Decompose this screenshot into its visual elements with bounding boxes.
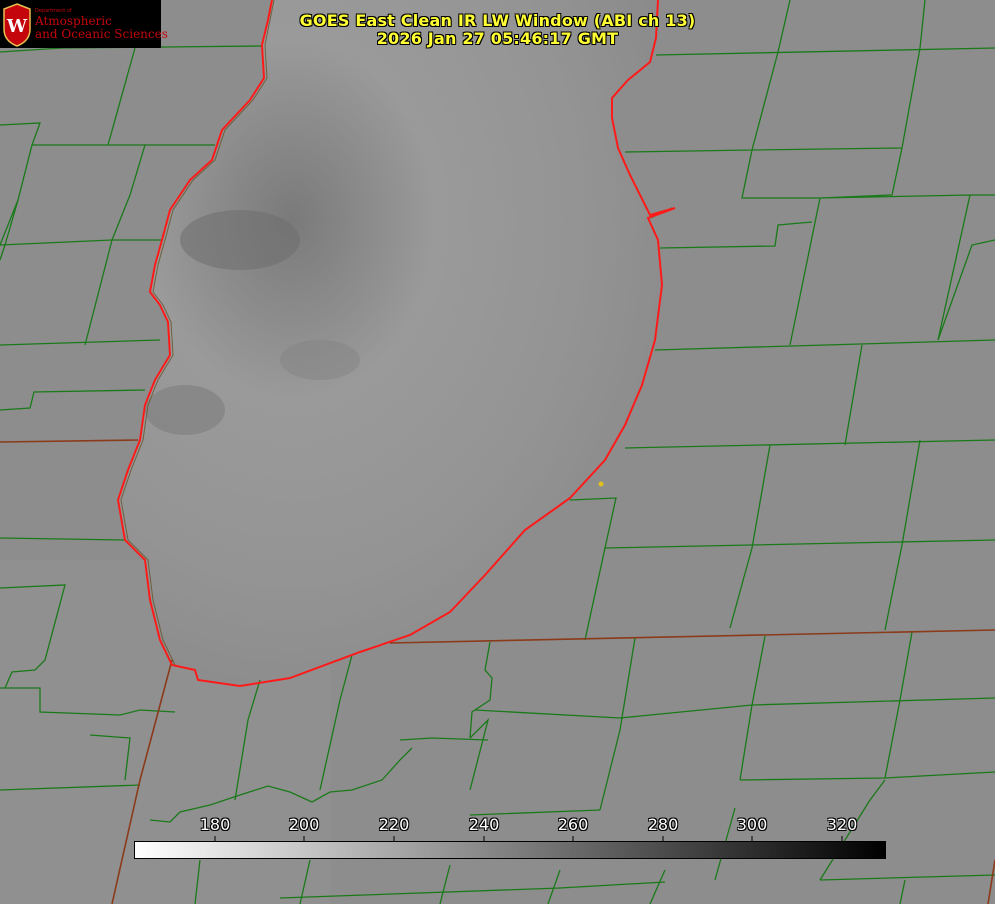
colorbar-tick-label: 320 (826, 815, 858, 834)
temperature-colorbar (134, 841, 886, 859)
colorbar-tick-label: 300 (736, 815, 768, 834)
map-canvas (0, 0, 995, 904)
cloud-patch (145, 385, 225, 435)
colorbar-tick-label: 260 (557, 815, 589, 834)
colorbar-tick-label: 180 (199, 815, 231, 834)
satellite-image-viewer: W Department of Atmospheric and Oceanic … (0, 0, 995, 904)
image-title: GOES East Clean IR LW Window (ABI ch 13) (299, 11, 696, 30)
cloud-patch (180, 210, 300, 270)
cloud-patch (280, 340, 360, 380)
colorbar-tick-label: 200 (288, 815, 320, 834)
colorbar-tick-label: 240 (468, 815, 500, 834)
colorbar-tick-label: 280 (647, 815, 679, 834)
colorbar-tick-label: 220 (378, 815, 410, 834)
image-timestamp: 2026 Jan 27 05:46:17 GMT (376, 29, 619, 48)
location-marker (598, 481, 604, 487)
